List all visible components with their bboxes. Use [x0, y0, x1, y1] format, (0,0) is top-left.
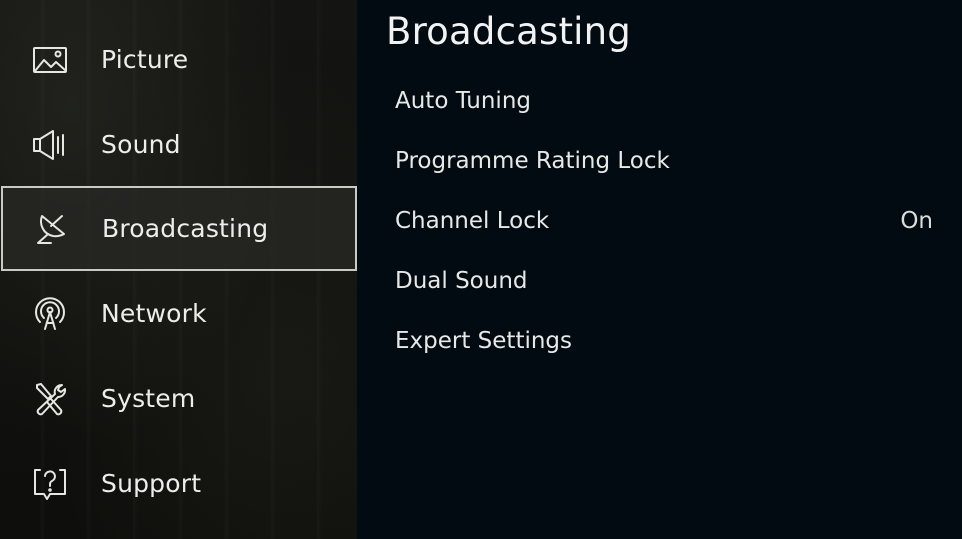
sidebar-item-support[interactable]: Support [0, 441, 357, 526]
option-dual-sound[interactable]: Dual Sound [357, 256, 962, 306]
option-expert-settings[interactable]: Expert Settings [357, 316, 962, 366]
sidebar-item-label: Support [101, 469, 202, 498]
picture-icon [31, 41, 69, 79]
option-channel-lock[interactable]: Channel Lock On [357, 196, 962, 246]
option-label: Dual Sound [395, 268, 528, 294]
antenna-signal-icon [31, 295, 69, 333]
sidebar-item-sound[interactable]: Sound [0, 102, 357, 187]
sidebar-item-picture[interactable]: Picture [0, 17, 357, 102]
sidebar-item-label: Network [101, 299, 207, 328]
sidebar-item-broadcasting[interactable]: Broadcasting [1, 186, 357, 271]
option-auto-tuning[interactable]: Auto Tuning [357, 76, 962, 126]
option-label: Programme Rating Lock [395, 148, 670, 174]
speaker-icon [31, 126, 69, 164]
option-label: Expert Settings [395, 328, 573, 354]
sidebar-item-label: Broadcasting [102, 214, 269, 243]
option-label: Channel Lock [395, 208, 550, 234]
satellite-dish-icon [33, 210, 71, 248]
sidebar-item-label: Picture [101, 45, 189, 74]
option-programme-rating-lock[interactable]: Programme Rating Lock [357, 136, 962, 186]
broadcasting-settings-panel: Broadcasting Auto Tuning Programme Ratin… [357, 0, 962, 539]
channel-lock-status: On [900, 208, 933, 234]
wrench-screwdriver-icon [31, 380, 69, 418]
option-label: Auto Tuning [395, 88, 531, 114]
sidebar-item-network[interactable]: Network [0, 271, 357, 356]
help-bubble-icon [31, 465, 69, 503]
page-title: Broadcasting [386, 10, 631, 53]
sidebar-item-system[interactable]: System [0, 356, 357, 441]
tv-settings-screen: Picture Sound Broadcasting Network Syste… [0, 0, 962, 539]
sidebar-item-label: System [101, 384, 196, 413]
sidebar-item-label: Sound [101, 130, 181, 159]
settings-category-sidebar: Picture Sound Broadcasting Network Syste… [0, 0, 357, 539]
